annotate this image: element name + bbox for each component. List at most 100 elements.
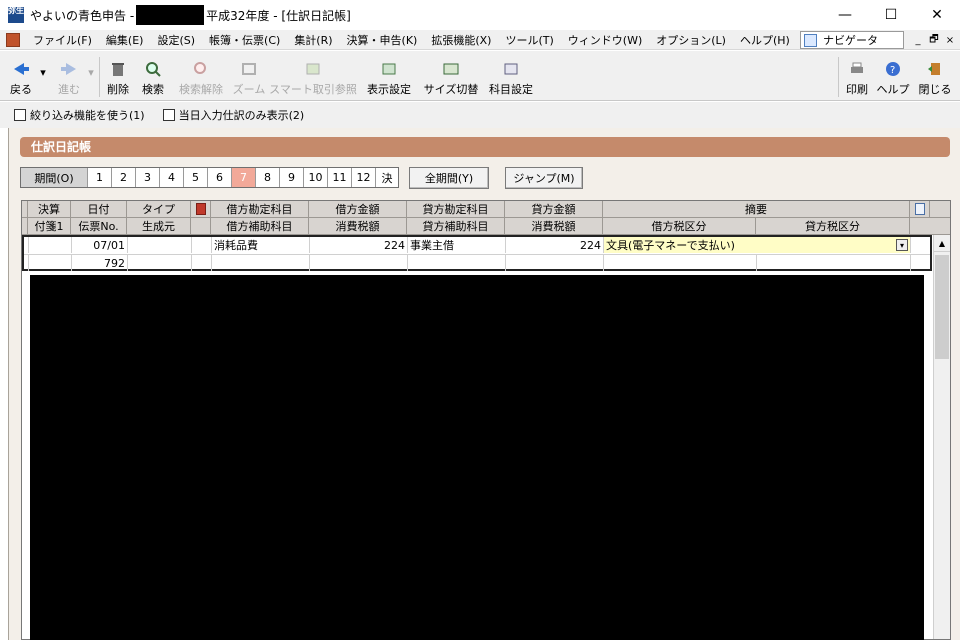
cell-credit-account[interactable]: 事業主借 [408,237,506,253]
minimize-button[interactable]: — [822,0,868,30]
period-month-3[interactable]: 3 [136,168,160,187]
mdi-restore-button[interactable]: 🗗 [926,32,942,48]
col-credit-tax-category[interactable]: 貸方税区分 [756,218,910,235]
display-settings-button[interactable]: 表示設定 [364,57,414,97]
back-dropdown[interactable]: ▾ [38,66,48,79]
col-credit-sub-account[interactable]: 貸方補助科目 [407,218,505,235]
description-dropdown-icon[interactable]: ▾ [896,239,908,251]
cell-date[interactable]: 07/01 [72,237,128,253]
period-label[interactable]: 期間(O) [21,168,88,187]
period-month-6[interactable]: 6 [208,168,232,187]
period-month-12[interactable]: 12 [352,168,376,187]
menu-settings[interactable]: 設定(S) [150,32,202,48]
col-debit-amount[interactable]: 借方金額 [309,201,407,218]
today-only-label[interactable]: 当日入力仕訳のみ表示(2) [179,107,305,123]
col-credit-tax[interactable]: 消費税額 [505,218,603,235]
scroll-up-icon[interactable]: ▲ [934,235,950,252]
col-voucher-no[interactable]: 伝票No. [71,218,127,235]
navigator-button[interactable]: ナビゲータ [800,31,904,49]
size-switch-button[interactable]: サイズ切替 [422,57,480,97]
cell-credit-sub-account[interactable] [408,255,506,271]
print-button[interactable]: 印刷 [842,57,872,97]
period-month-10[interactable]: 10 [304,168,328,187]
cell-source[interactable] [128,255,192,271]
delete-button[interactable]: 削除 [103,57,133,97]
search-button[interactable]: 検索 [138,57,168,97]
cell-credit-amount[interactable]: 224 [506,237,604,253]
jump-button[interactable]: ジャンプ(M) [505,167,583,189]
cell-closing[interactable] [29,237,72,253]
journal-entry[interactable]: 07/01 消耗品費 224 事業主借 224 文具(電子マネーで支払い) ▾ … [22,235,932,271]
col-credit-account[interactable]: 貸方勘定科目 [407,201,505,218]
today-only-checkbox[interactable] [162,109,175,121]
forward-button[interactable]: 進む [52,57,86,97]
col-date[interactable]: 日付 [71,201,127,218]
redacted-area [30,275,924,640]
document-icon[interactable] [6,32,20,47]
scrollbar-thumb[interactable] [935,255,949,359]
cell-debit-tax[interactable] [310,255,408,271]
period-month-4[interactable]: 4 [160,168,184,187]
menu-help[interactable]: ヘルプ(H) [733,32,797,48]
mdi-close-button[interactable]: × [942,32,958,48]
all-period-button[interactable]: 全期間(Y) [409,167,489,189]
menu-edit[interactable]: 編集(E) [99,32,151,48]
col-description[interactable]: 摘要 [603,201,910,218]
use-filter-label[interactable]: 絞り込み機能を使う(1) [30,107,145,123]
menu-window[interactable]: ウィンドウ(W) [561,32,649,48]
col-sticky1[interactable]: 付箋1 [28,218,71,235]
col-closing[interactable]: 決算 [28,201,71,218]
period-month-1[interactable]: 1 [88,168,112,187]
mdi-minimize-button[interactable]: _ [910,32,926,48]
cell-voucher-no[interactable]: 792 [72,255,128,271]
account-settings-button[interactable]: 科目設定 [486,57,536,97]
clear-search-button[interactable]: 検索解除 [176,57,226,97]
cell-debit-account[interactable]: 消耗品費 [212,237,310,253]
back-button[interactable]: 戻る [4,57,38,97]
table-row[interactable]: 07/01 消耗品費 224 事業主借 224 文具(電子マネーで支払い) ▾ [24,237,930,253]
period-month-9[interactable]: 9 [280,168,304,187]
col-source[interactable]: 生成元 [127,218,191,235]
toolbar: 戻る ▾ 進む ▾ 削除 検索 検索解除 ズーム スマート取引参照 表示設定 サ… [0,51,960,101]
col-debit-sub-account[interactable]: 借方補助科目 [211,218,309,235]
menu-file[interactable]: ファイル(F) [26,32,99,48]
menu-settlement[interactable]: 決算・申告(K) [340,32,425,48]
cell-credit-tax[interactable] [506,255,604,271]
use-filter-checkbox[interactable] [14,109,26,121]
cell-type[interactable] [128,237,192,253]
zoom-button[interactable]: ズーム [232,57,266,97]
cell-book[interactable] [192,237,212,253]
close-button[interactable]: 閉じる [916,57,954,97]
description-text[interactable]: 文具(電子マネーで支払い) [606,237,735,253]
menu-extensions[interactable]: 拡張機能(X) [424,32,498,48]
cell-description[interactable]: 文具(電子マネーで支払い) ▾ [604,237,911,253]
period-closing[interactable]: 決 [376,168,398,187]
cell-debit-amount[interactable]: 224 [310,237,408,253]
smart-reference-button[interactable]: スマート取引参照 [269,57,357,97]
col-debit-account[interactable]: 借方勘定科目 [211,201,309,218]
cell-sticky1[interactable] [29,255,72,271]
cell-debit-sub-account[interactable] [212,255,310,271]
forward-dropdown[interactable]: ▾ [86,66,96,79]
col-credit-amount[interactable]: 貸方金額 [505,201,603,218]
menu-books[interactable]: 帳簿・伝票(C) [202,32,287,48]
col-debit-tax-category[interactable]: 借方税区分 [603,218,756,235]
period-month-8[interactable]: 8 [256,168,280,187]
menu-options[interactable]: オプション(L) [649,32,733,48]
period-month-5[interactable]: 5 [184,168,208,187]
menu-tools[interactable]: ツール(T) [498,32,560,48]
col-type[interactable]: タイプ [127,201,191,218]
cell-debit-tax-category[interactable] [604,255,757,271]
period-month-11[interactable]: 11 [328,168,352,187]
vertical-scrollbar[interactable]: ▲ [933,235,950,639]
close-window-button[interactable]: ✕ [914,0,960,30]
period-month-7[interactable]: 7 [232,168,256,187]
note-icon-header[interactable] [910,201,930,218]
table-row[interactable]: 792 [24,254,930,271]
maximize-button[interactable]: ☐ [868,0,914,30]
cell-credit-tax-category[interactable] [757,255,911,271]
help-button[interactable]: ? ヘルプ [876,57,910,97]
menu-totals[interactable]: 集計(R) [287,32,339,48]
period-month-2[interactable]: 2 [112,168,136,187]
col-debit-tax[interactable]: 消費税額 [309,218,407,235]
